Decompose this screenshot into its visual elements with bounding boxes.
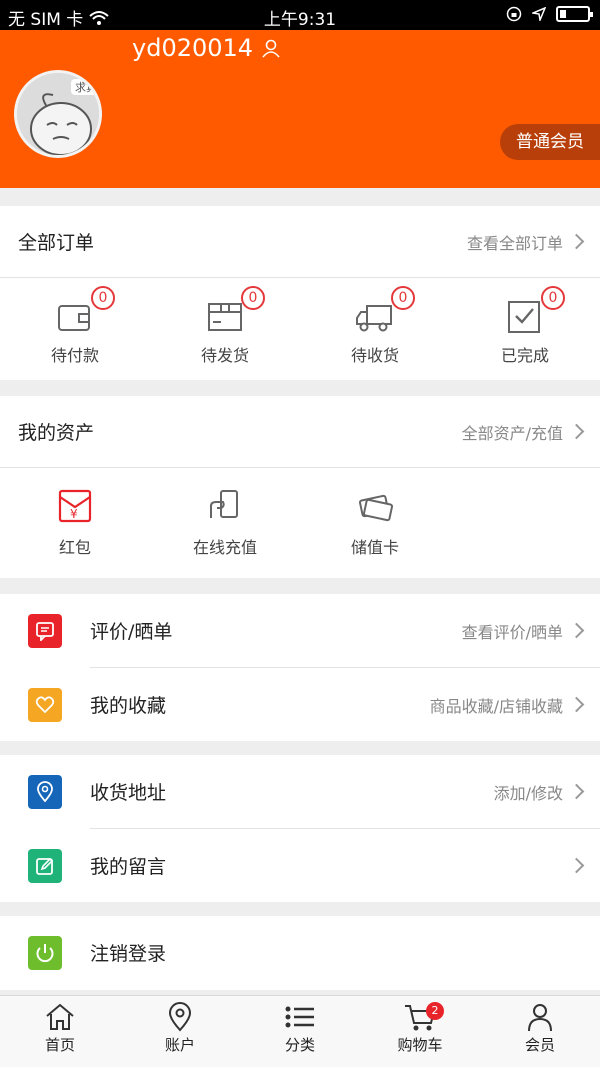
status-bar: 无 SIM 卡 上午9:31 bbox=[0, 0, 600, 30]
truck-icon bbox=[356, 305, 392, 332]
chevron-right-icon bbox=[568, 857, 585, 874]
check-box-icon bbox=[508, 301, 540, 333]
bottom-tab-bar: 首页 账户 分类 2 购物车 会员 bbox=[0, 995, 600, 1067]
list-icon bbox=[285, 1006, 314, 1028]
messages-title: 我的留言 bbox=[90, 856, 167, 878]
chevron-right-icon bbox=[568, 622, 585, 639]
avatar-tag: 求真 bbox=[75, 80, 97, 94]
review-title: 评价/晒单 bbox=[90, 621, 173, 643]
order-label: 待收货 bbox=[350, 346, 399, 365]
orders-section: 全部订单 查看全部订单 0 待付款 0 待发货 0 待收货 0 已完成 bbox=[0, 206, 600, 380]
view-reviews-link[interactable]: 查看评价/晒单 bbox=[462, 619, 585, 643]
address-title: 收货地址 bbox=[90, 782, 167, 804]
order-pending-payment[interactable]: 0 待付款 bbox=[0, 278, 150, 380]
heart-icon bbox=[28, 687, 62, 722]
order-completed[interactable]: 0 已完成 bbox=[450, 278, 600, 380]
user-icon bbox=[262, 39, 280, 58]
chevron-right-icon bbox=[568, 233, 585, 250]
avatar[interactable]: 求真 bbox=[14, 70, 102, 158]
tab-account[interactable]: 账户 bbox=[120, 996, 240, 1067]
orientation-lock-icon bbox=[506, 6, 522, 22]
asset-label: 在线充值 bbox=[192, 538, 257, 557]
battery-icon bbox=[556, 6, 593, 22]
order-count-badge: 0 bbox=[241, 286, 265, 310]
cart-count-badge: 2 bbox=[426, 1002, 444, 1020]
review-favorites-section: 评价/晒单 查看评价/晒单 我的收藏 商品收藏/店铺收藏 bbox=[0, 594, 600, 741]
tab-label: 账户 bbox=[164, 1036, 195, 1054]
chevron-right-icon bbox=[568, 783, 585, 800]
tab-label: 首页 bbox=[44, 1036, 75, 1054]
assets-title: 我的资产 bbox=[18, 422, 95, 444]
tab-label: 购物车 bbox=[397, 1036, 443, 1054]
stored-value-card-icon bbox=[358, 494, 393, 522]
asset-label: 储值卡 bbox=[350, 538, 399, 557]
tab-label: 分类 bbox=[284, 1036, 315, 1054]
tab-home[interactable]: 首页 bbox=[0, 996, 120, 1067]
tab-cart[interactable]: 2 购物车 bbox=[360, 996, 480, 1067]
wallet-icon bbox=[58, 305, 90, 331]
asset-online-recharge[interactable]: 在线充值 bbox=[150, 468, 300, 576]
messages-link[interactable] bbox=[563, 857, 585, 874]
tab-label: 会员 bbox=[524, 1036, 555, 1054]
power-icon bbox=[28, 935, 62, 970]
order-label: 待付款 bbox=[50, 346, 99, 365]
package-icon bbox=[208, 303, 242, 331]
username[interactable]: yd020014 bbox=[132, 34, 281, 62]
address-messages-section: 收货地址 添加/修改 我的留言 bbox=[0, 755, 600, 902]
avatar-cartoon-icon: 求真 bbox=[17, 73, 99, 155]
location-arrow-icon bbox=[532, 7, 546, 21]
asset-label: 红包 bbox=[58, 538, 91, 557]
location-pin-icon bbox=[168, 1002, 192, 1032]
location-pin-icon bbox=[28, 774, 62, 809]
favorites-row[interactable]: 我的收藏 商品收藏/店铺收藏 bbox=[0, 668, 600, 741]
logout-section: 注销登录 bbox=[0, 916, 600, 990]
chevron-right-icon bbox=[568, 696, 585, 713]
member-level-badge[interactable]: 普通会员 bbox=[500, 124, 600, 160]
edit-icon bbox=[28, 848, 62, 883]
asset-stored-value-card[interactable]: 储值卡 bbox=[300, 468, 450, 576]
comment-icon bbox=[28, 613, 62, 648]
order-label: 待发货 bbox=[200, 346, 249, 365]
logout-title: 注销登录 bbox=[90, 943, 167, 965]
order-count-badge: 0 bbox=[541, 286, 565, 310]
person-icon bbox=[528, 1004, 552, 1032]
order-count-badge: 0 bbox=[391, 286, 415, 310]
profile-header: yd020014 求真 普通会员 bbox=[0, 30, 600, 188]
asset-red-envelope[interactable]: ¥ 红包 bbox=[0, 468, 150, 576]
order-count-badge: 0 bbox=[91, 286, 115, 310]
order-pending-receipt[interactable]: 0 待收货 bbox=[300, 278, 450, 380]
assets-section: 我的资产 全部资产/充值 ¥ 红包 在线充值 储值卡 bbox=[0, 396, 600, 578]
review-row[interactable]: 评价/晒单 查看评价/晒单 bbox=[0, 594, 600, 667]
chevron-right-icon bbox=[568, 423, 585, 440]
favorites-title: 我的收藏 bbox=[90, 695, 167, 717]
messages-row[interactable]: 我的留言 bbox=[0, 829, 600, 902]
orders-title: 全部订单 bbox=[18, 232, 95, 254]
orders-header[interactable]: 全部订单 查看全部订单 bbox=[0, 206, 600, 278]
all-assets-link[interactable]: 全部资产/充值 bbox=[462, 420, 585, 444]
recharge-icon bbox=[210, 490, 238, 518]
order-label: 已完成 bbox=[500, 346, 549, 365]
assets-header[interactable]: 我的资产 全部资产/充值 bbox=[0, 396, 600, 468]
logout-row[interactable]: 注销登录 bbox=[0, 916, 600, 989]
red-envelope-icon: ¥ bbox=[58, 489, 92, 523]
address-edit-link[interactable]: 添加/修改 bbox=[494, 780, 585, 804]
order-pending-shipment[interactable]: 0 待发货 bbox=[150, 278, 300, 380]
address-row[interactable]: 收货地址 添加/修改 bbox=[0, 755, 600, 828]
svg-text:¥: ¥ bbox=[70, 507, 78, 521]
tab-member[interactable]: 会员 bbox=[480, 996, 600, 1067]
username-text: yd020014 bbox=[132, 34, 254, 62]
home-icon bbox=[46, 1003, 74, 1030]
tab-category[interactable]: 分类 bbox=[240, 996, 360, 1067]
favorites-link[interactable]: 商品收藏/店铺收藏 bbox=[430, 693, 585, 717]
view-all-orders-link[interactable]: 查看全部订单 bbox=[467, 230, 585, 254]
